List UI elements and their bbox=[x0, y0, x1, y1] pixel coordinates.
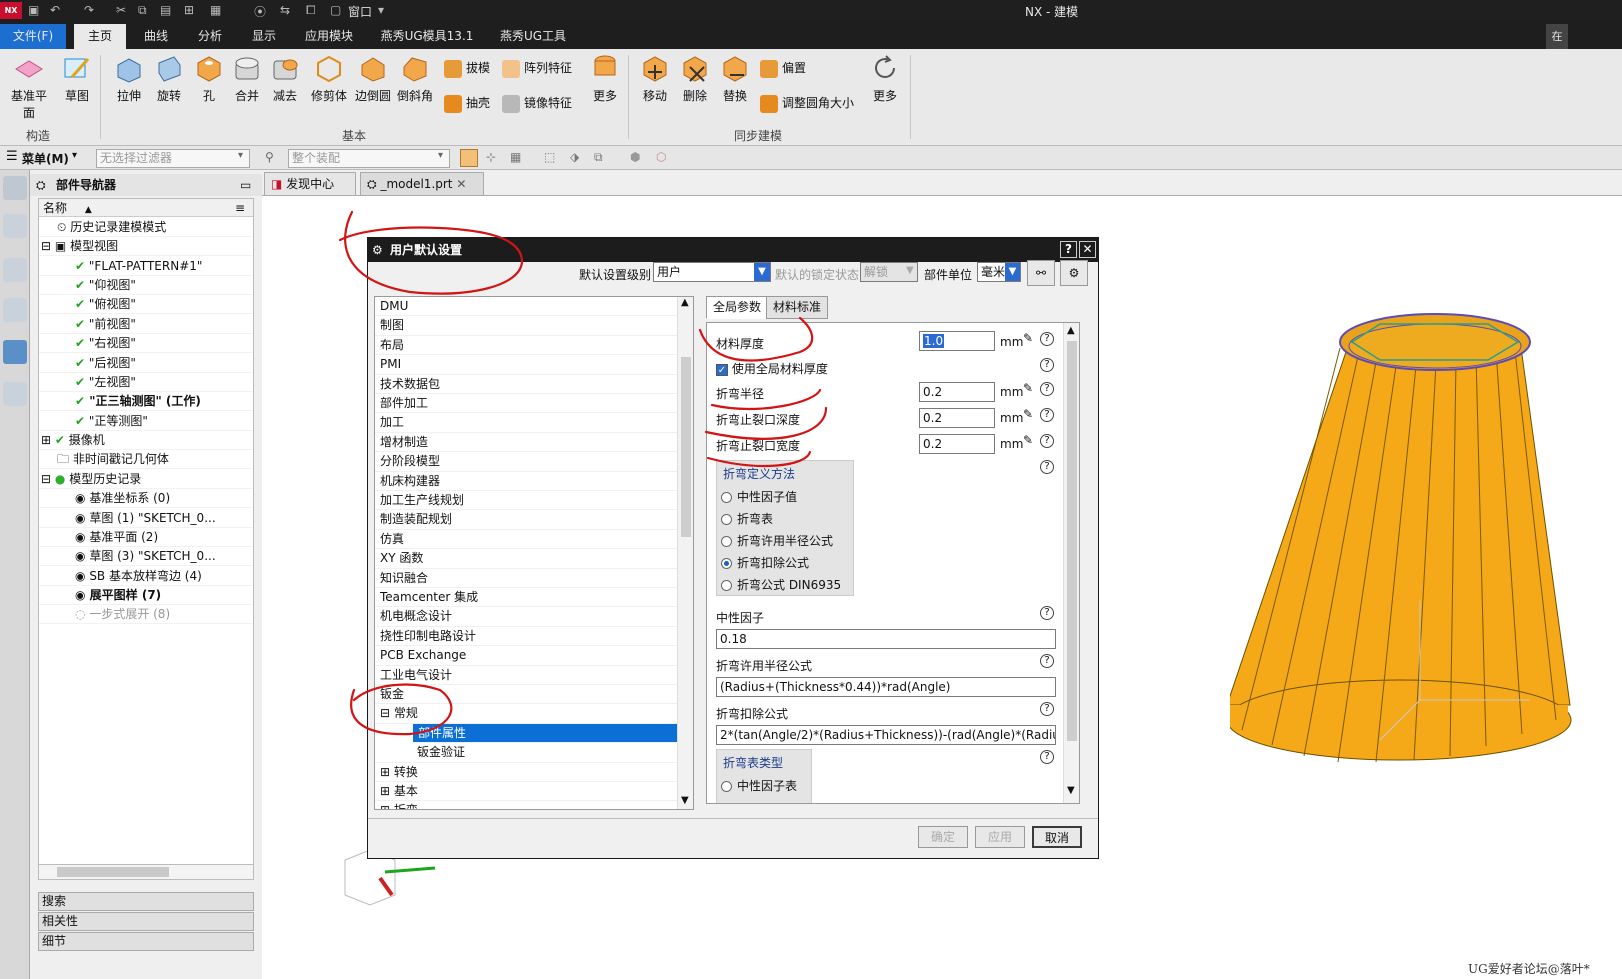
radius-mark bbox=[710, 388, 822, 411]
circle-mark bbox=[338, 210, 524, 295]
sheetmetal-mark bbox=[350, 683, 453, 736]
watermark: UG爱好者论坛@落叶* bbox=[1468, 962, 1590, 976]
relief-width-mark bbox=[706, 450, 812, 468]
relief-depth-mark bbox=[704, 406, 828, 440]
red-annotations bbox=[338, 210, 828, 736]
thickness-mark bbox=[698, 316, 814, 362]
